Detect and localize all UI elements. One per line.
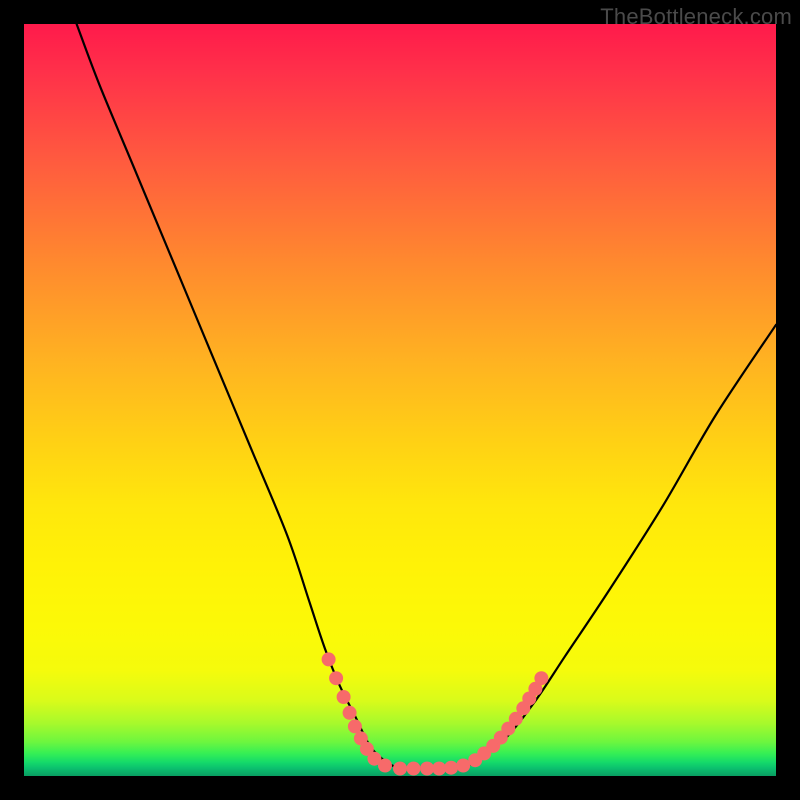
curve-marker — [420, 762, 434, 776]
curve-marker — [534, 671, 548, 685]
curve-marker — [343, 706, 357, 720]
curve-marker — [444, 761, 458, 775]
curve-marker — [378, 759, 392, 773]
curve-marker — [393, 762, 407, 776]
bottleneck-curve — [77, 24, 776, 769]
curve-layer — [24, 24, 776, 776]
curve-markers — [322, 652, 549, 775]
curve-marker — [329, 671, 343, 685]
chart-frame: TheBottleneck.com — [0, 0, 800, 800]
plot-area — [24, 24, 776, 776]
curve-marker — [456, 759, 470, 773]
curve-marker — [407, 762, 421, 776]
curve-marker — [432, 762, 446, 776]
curve-marker — [337, 690, 351, 704]
curve-marker — [322, 652, 336, 666]
curve-marker — [348, 719, 362, 733]
